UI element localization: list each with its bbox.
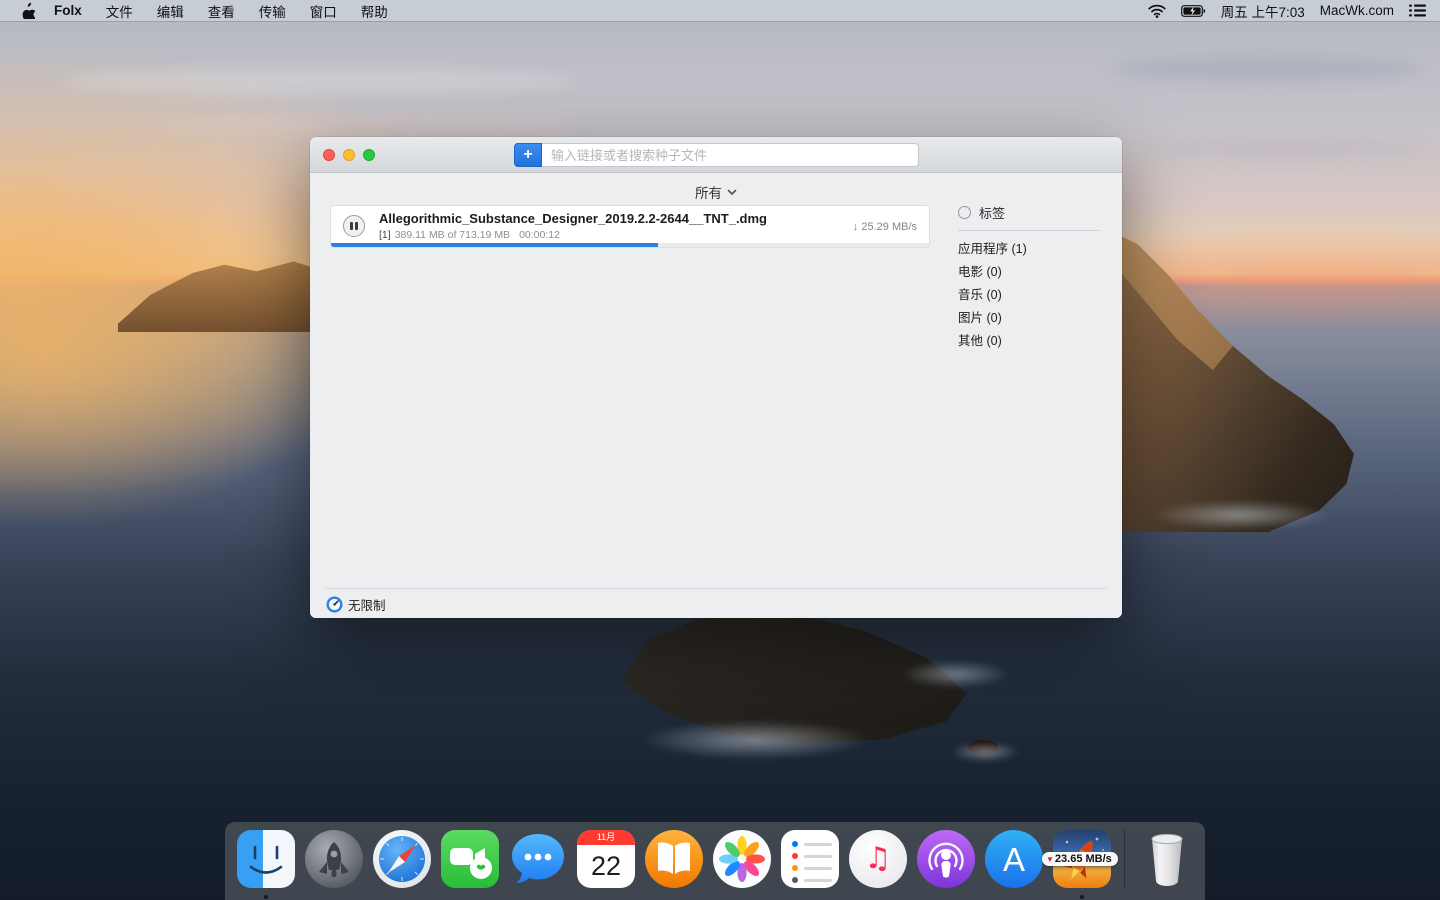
download-index: [1] — [379, 229, 391, 241]
list-menu-icon[interactable] — [1409, 4, 1426, 17]
menu-edit[interactable]: 编辑 — [157, 1, 184, 21]
tags-divider — [958, 230, 1100, 231]
calendar-month: 11月 — [577, 830, 635, 845]
folx-speed-badge: ▼ 23.65 MB/s — [1042, 852, 1118, 866]
menu-view[interactable]: 查看 — [208, 1, 235, 21]
menu-site-label[interactable]: MacWk.com — [1320, 3, 1394, 18]
menu-transfer[interactable]: 传输 — [259, 1, 286, 21]
dock-appstore-icon[interactable]: A — [982, 827, 1046, 891]
tags-sidebar: 标签 应用程序 (1) 电影 (0) 音乐 (0) 图片 (0) 其他 (0) — [958, 203, 1108, 353]
add-download-button[interactable]: + — [514, 143, 542, 167]
tag-item-music[interactable]: 音乐 (0) — [958, 284, 1108, 307]
download-filename: Allegorithmic_Substance_Designer_2019.2.… — [379, 211, 767, 226]
music-note-glyph: ♫ — [865, 844, 892, 874]
cloud — [1110, 58, 1420, 80]
dock-books-icon[interactable] — [642, 827, 706, 891]
folx-badge-speed: 23.65 MB/s — [1055, 853, 1112, 865]
desktop: Folx 文件 编辑 查看 传输 窗口 帮助 周五 上午7:03 MacWk.c… — [0, 0, 1440, 900]
tags-header-label: 标签 — [979, 203, 1005, 222]
menu-bar: Folx 文件 编辑 查看 传输 窗口 帮助 周五 上午7:03 MacWk.c… — [0, 0, 1440, 22]
dock-reminders-icon[interactable] — [778, 827, 842, 891]
battery-charging-icon[interactable] — [1181, 5, 1206, 17]
sea-foam — [640, 720, 870, 760]
search-input[interactable] — [542, 143, 919, 167]
dock-divider — [1124, 829, 1125, 889]
download-arrow-icon: ↓ — [853, 221, 859, 233]
speed-limit-label: 无限制 — [348, 595, 386, 614]
download-size: 389.11 MB of 713.19 MB — [395, 229, 510, 241]
wifi-icon[interactable] — [1148, 4, 1166, 18]
dock-safari-icon[interactable] — [370, 827, 434, 891]
close-button[interactable] — [323, 149, 335, 161]
dock-podcasts-icon[interactable] — [914, 827, 978, 891]
tag-item-other[interactable]: 其他 (0) — [958, 330, 1108, 353]
window-content: 所有 Allegorithmic_Substance_Designer_2019… — [310, 173, 1122, 618]
download-details: [1] 389.11 MB of 713.19 MB 00:00:12 — [379, 229, 560, 241]
appstore-a-glyph: A — [1003, 843, 1025, 876]
zoom-button[interactable] — [363, 149, 375, 161]
apple-menu-icon[interactable] — [20, 2, 35, 19]
progress-fill — [331, 243, 658, 247]
dock-launchpad-icon[interactable] — [302, 827, 366, 891]
download-speed-value: 25.29 MB/s — [861, 221, 917, 233]
dock-folx-icon[interactable]: ▼ 23.65 MB/s — [1050, 827, 1114, 891]
pause-button[interactable] — [343, 215, 365, 237]
status-bar: 无限制 — [310, 588, 1122, 618]
speedometer-icon — [326, 596, 343, 613]
dock-finder-icon[interactable] — [234, 827, 298, 891]
download-arrow-icon: ▼ — [1046, 855, 1054, 864]
filter-all-label: 所有 — [695, 182, 722, 202]
dock-calendar-icon[interactable]: 11月 22 — [574, 827, 638, 891]
title-bar[interactable]: + — [310, 137, 1122, 173]
folx-window: + 所有 Allegorithmic_Substance_Designer_20… — [310, 137, 1122, 618]
sea-foam — [950, 742, 1020, 762]
dock-trash-icon[interactable] — [1135, 827, 1199, 891]
tag-color-circle-icon[interactable] — [958, 206, 971, 219]
filter-all-dropdown[interactable]: 所有 — [695, 182, 737, 202]
tags-header: 标签 — [958, 203, 1108, 222]
sea-foam — [900, 660, 1010, 688]
cloud — [60, 68, 580, 94]
menu-window[interactable]: 窗口 — [310, 1, 337, 21]
download-time: 00:00:12 — [519, 229, 560, 241]
dock-facetime-icon[interactable] — [438, 827, 502, 891]
tag-item-movies[interactable]: 电影 (0) — [958, 261, 1108, 284]
dock-messages-icon[interactable] — [506, 827, 570, 891]
filter-row: 所有 — [310, 182, 1122, 203]
status-bar-divider — [325, 588, 1107, 589]
tag-item-applications[interactable]: 应用程序 (1) — [958, 238, 1108, 261]
chevron-down-icon — [727, 189, 737, 196]
messages-bubble — [506, 827, 570, 891]
dock-music-icon[interactable]: ♫ — [846, 827, 910, 891]
download-row[interactable]: Allegorithmic_Substance_Designer_2019.2.… — [330, 205, 930, 248]
menu-help[interactable]: 帮助 — [361, 1, 388, 21]
tag-item-pictures[interactable]: 图片 (0) — [958, 307, 1108, 330]
download-speed: ↓ 25.29 MB/s — [853, 221, 917, 233]
calendar-day: 22 — [577, 845, 635, 888]
menu-clock[interactable]: 周五 上午7:03 — [1221, 1, 1305, 21]
minimize-button[interactable] — [343, 149, 355, 161]
menu-app-name[interactable]: Folx — [54, 3, 82, 18]
search-bar: + — [514, 143, 919, 167]
menu-file[interactable]: 文件 — [106, 1, 133, 21]
dock-photos-icon[interactable] — [710, 827, 774, 891]
running-indicator — [264, 895, 268, 899]
speed-limit-control[interactable]: 无限制 — [326, 595, 386, 614]
running-indicator — [1080, 895, 1084, 899]
cloud — [1140, 142, 1430, 157]
sea-foam — [1150, 500, 1330, 530]
dock: 11月 22 — [225, 822, 1205, 900]
cloud — [150, 116, 580, 134]
progress-bar — [331, 243, 929, 247]
